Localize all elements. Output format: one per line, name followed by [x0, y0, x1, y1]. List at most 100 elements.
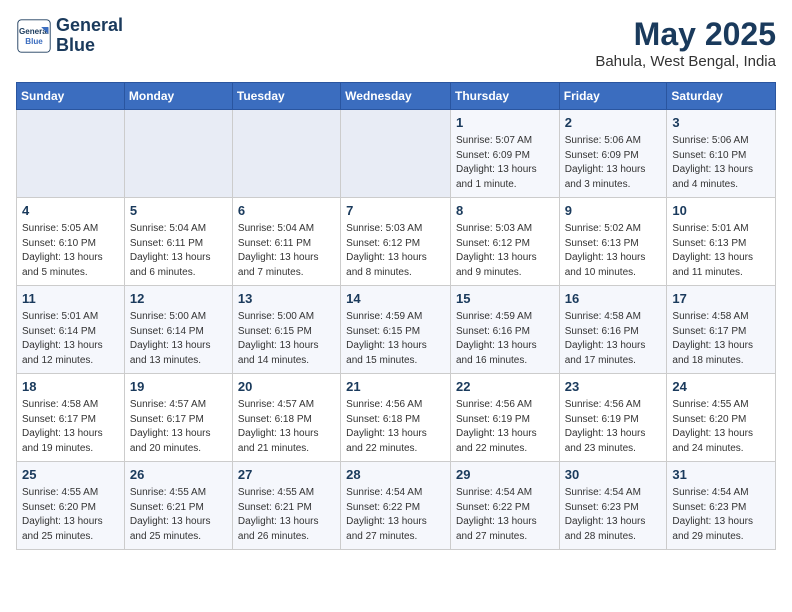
day-number: 21: [346, 378, 445, 396]
calendar-cell: 20 Sunrise: 4:57 AM Sunset: 6:18 PM Dayli…: [232, 374, 340, 462]
day-content: Sunrise: 4:56 AM Sunset: 6:19 PM Dayligh…: [456, 398, 554, 456]
day-number: 28: [346, 466, 445, 484]
day-number: 5: [130, 202, 227, 220]
calendar-cell: 25Sunrise: 4:55 AM Sunset: 6:20 PM Dayli…: [17, 462, 125, 550]
calendar-cell: [232, 110, 340, 198]
svg-text:Blue: Blue: [25, 37, 43, 46]
day-content: Sunrise: 4:55 AM Sunset: 6:20 PM Dayligh…: [672, 398, 770, 456]
calendar-cell: [124, 110, 232, 198]
calendar-cell: [341, 110, 451, 198]
day-content: Sunrise: 5:02 AM Sunset: 6:13 PM Dayligh…: [565, 222, 662, 280]
calendar-cell: 23Sunrise: 4:56 AM Sunset: 6:19 PM Dayli…: [559, 374, 667, 462]
calendar-week-4: 18Sunrise: 4:58 AM Sunset: 6:17 PM Dayli…: [17, 374, 776, 462]
calendar-cell: 21 Sunrise: 4:56 AM Sunset: 6:18 PM Dayli…: [341, 374, 451, 462]
day-number: 20: [238, 378, 335, 396]
calendar-cell: 19 Sunrise: 4:57 AM Sunset: 6:17 PM Dayli…: [124, 374, 232, 462]
calendar-cell: 18Sunrise: 4:58 AM Sunset: 6:17 PM Dayli…: [17, 374, 125, 462]
logo-icon: General Blue: [16, 18, 52, 54]
day-content: Sunrise: 4:56 AM Sunset: 6:18 PM Dayligh…: [346, 398, 445, 456]
logo-line2: Blue: [56, 36, 123, 56]
calendar-week-1: 1 Sunrise: 5:07 AM Sunset: 6:09 PM Daylig…: [17, 110, 776, 198]
day-number: 30: [565, 466, 662, 484]
calendar-cell: 1 Sunrise: 5:07 AM Sunset: 6:09 PM Daylig…: [450, 110, 559, 198]
day-content: Sunrise: 5:03 AM Sunset: 6:12 PM Dayligh…: [346, 222, 445, 280]
day-content: Sunrise: 4:58 AM Sunset: 6:17 PM Dayligh…: [672, 310, 770, 368]
day-number: 8: [456, 202, 554, 220]
day-content: Sunrise: 4:54 AM Sunset: 6:22 PM Dayligh…: [346, 486, 445, 544]
day-content: Sunrise: 4:55 AM Sunset: 6:20 PM Dayligh…: [22, 486, 119, 544]
day-number: 6: [238, 202, 335, 220]
calendar-cell: 15Sunrise: 4:59 AM Sunset: 6:16 PM Dayli…: [450, 286, 559, 374]
calendar-cell: 17 Sunrise: 4:58 AM Sunset: 6:17 PM Dayli…: [667, 286, 776, 374]
header-monday: Monday: [124, 83, 232, 110]
day-content: Sunrise: 5:00 AM Sunset: 6:14 PM Dayligh…: [130, 310, 227, 368]
day-content: Sunrise: 5:06 AM Sunset: 6:09 PM Dayligh…: [565, 134, 662, 192]
subtitle: Bahula, West Bengal, India: [595, 53, 776, 70]
calendar-week-2: 4 Sunrise: 5:05 AM Sunset: 6:10 PM Daylig…: [17, 198, 776, 286]
day-content: Sunrise: 4:54 AM Sunset: 6:23 PM Dayligh…: [672, 486, 770, 544]
day-number: 31: [672, 466, 770, 484]
header-friday: Friday: [559, 83, 667, 110]
calendar-body: 1 Sunrise: 5:07 AM Sunset: 6:09 PM Daylig…: [17, 110, 776, 550]
day-number: 7: [346, 202, 445, 220]
logo-text: General Blue: [56, 16, 123, 56]
calendar-cell: 29Sunrise: 4:54 AM Sunset: 6:22 PM Dayli…: [450, 462, 559, 550]
day-number: 17: [672, 290, 770, 308]
day-content: Sunrise: 4:56 AM Sunset: 6:19 PM Dayligh…: [565, 398, 662, 456]
calendar-cell: 13Sunrise: 5:00 AM Sunset: 6:15 PM Dayli…: [232, 286, 340, 374]
logo: General Blue General Blue: [16, 16, 123, 56]
header-row: SundayMondayTuesdayWednesdayThursdayFrid…: [17, 83, 776, 110]
day-content: Sunrise: 4:54 AM Sunset: 6:23 PM Dayligh…: [565, 486, 662, 544]
day-number: 29: [456, 466, 554, 484]
header-saturday: Saturday: [667, 83, 776, 110]
day-number: 1: [456, 114, 554, 132]
calendar-cell: 12 Sunrise: 5:00 AM Sunset: 6:14 PM Dayli…: [124, 286, 232, 374]
calendar-cell: 5 Sunrise: 5:04 AM Sunset: 6:11 PM Daylig…: [124, 198, 232, 286]
day-number: 10: [672, 202, 770, 220]
calendar-cell: 11 Sunrise: 5:01 AM Sunset: 6:14 PM Dayli…: [17, 286, 125, 374]
day-content: Sunrise: 5:07 AM Sunset: 6:09 PM Dayligh…: [456, 134, 554, 192]
day-number: 26: [130, 466, 227, 484]
title-block: May 2025 Bahula, West Bengal, India: [595, 16, 776, 70]
day-content: Sunrise: 5:05 AM Sunset: 6:10 PM Dayligh…: [22, 222, 119, 280]
calendar-cell: [17, 110, 125, 198]
header-thursday: Thursday: [450, 83, 559, 110]
day-content: Sunrise: 4:57 AM Sunset: 6:18 PM Dayligh…: [238, 398, 335, 456]
day-number: 24: [672, 378, 770, 396]
day-number: 14: [346, 290, 445, 308]
calendar-cell: 31 Sunrise: 4:54 AM Sunset: 6:23 PM Dayli…: [667, 462, 776, 550]
day-number: 4: [22, 202, 119, 220]
day-number: 13: [238, 290, 335, 308]
day-content: Sunrise: 4:59 AM Sunset: 6:15 PM Dayligh…: [346, 310, 445, 368]
day-number: 3: [672, 114, 770, 132]
day-number: 15: [456, 290, 554, 308]
calendar-cell: 24 Sunrise: 4:55 AM Sunset: 6:20 PM Dayli…: [667, 374, 776, 462]
day-number: 9: [565, 202, 662, 220]
calendar-cell: 22Sunrise: 4:56 AM Sunset: 6:19 PM Dayli…: [450, 374, 559, 462]
calendar-cell: 3Sunrise: 5:06 AM Sunset: 6:10 PM Daylig…: [667, 110, 776, 198]
calendar-cell: 16 Sunrise: 4:58 AM Sunset: 6:16 PM Dayli…: [559, 286, 667, 374]
day-content: Sunrise: 4:55 AM Sunset: 6:21 PM Dayligh…: [238, 486, 335, 544]
calendar-cell: 8Sunrise: 5:03 AM Sunset: 6:12 PM Daylig…: [450, 198, 559, 286]
calendar-cell: 30 Sunrise: 4:54 AM Sunset: 6:23 PM Dayli…: [559, 462, 667, 550]
calendar-cell: 2Sunrise: 5:06 AM Sunset: 6:09 PM Daylig…: [559, 110, 667, 198]
main-title: May 2025: [595, 16, 776, 53]
calendar-table: SundayMondayTuesdayWednesdayThursdayFrid…: [16, 82, 776, 550]
calendar-cell: 9 Sunrise: 5:02 AM Sunset: 6:13 PM Daylig…: [559, 198, 667, 286]
calendar-header: SundayMondayTuesdayWednesdayThursdayFrid…: [17, 83, 776, 110]
day-number: 16: [565, 290, 662, 308]
day-content: Sunrise: 5:01 AM Sunset: 6:14 PM Dayligh…: [22, 310, 119, 368]
day-number: 19: [130, 378, 227, 396]
logo-line1: General: [56, 16, 123, 36]
day-number: 12: [130, 290, 227, 308]
day-content: Sunrise: 4:57 AM Sunset: 6:17 PM Dayligh…: [130, 398, 227, 456]
day-content: Sunrise: 5:01 AM Sunset: 6:13 PM Dayligh…: [672, 222, 770, 280]
header-sunday: Sunday: [17, 83, 125, 110]
header-tuesday: Tuesday: [232, 83, 340, 110]
day-content: Sunrise: 4:58 AM Sunset: 6:16 PM Dayligh…: [565, 310, 662, 368]
calendar-cell: 4 Sunrise: 5:05 AM Sunset: 6:10 PM Daylig…: [17, 198, 125, 286]
day-content: Sunrise: 5:04 AM Sunset: 6:11 PM Dayligh…: [130, 222, 227, 280]
day-number: 18: [22, 378, 119, 396]
calendar-cell: 27Sunrise: 4:55 AM Sunset: 6:21 PM Dayli…: [232, 462, 340, 550]
day-number: 11: [22, 290, 119, 308]
